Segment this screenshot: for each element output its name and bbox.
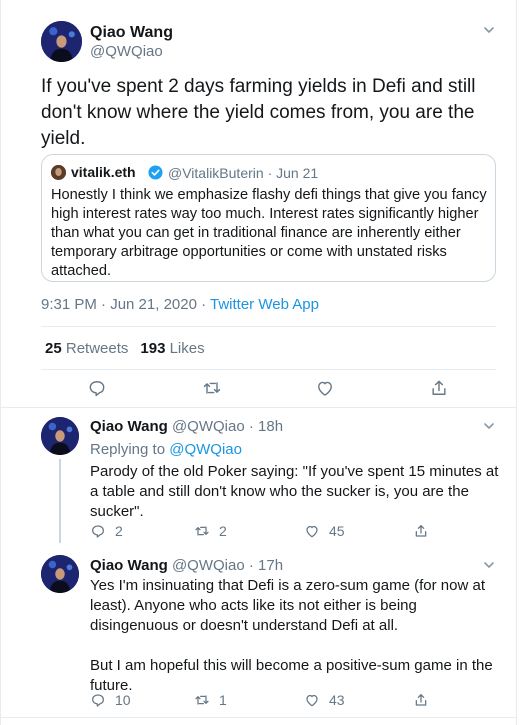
like-icon [304, 692, 320, 708]
author-name[interactable]: Qiao Wang [90, 418, 168, 435]
main-tweet: Qiao Wang @QWQiao If you've spent 2 days… [0, 0, 517, 407]
quoted-tweet[interactable]: vitalik.eth @VitalikButerin · Jun 21 Hon… [41, 154, 496, 282]
author-name[interactable]: Qiao Wang [90, 24, 173, 42]
retweets-stat[interactable]: 25 Retweets [45, 340, 128, 357]
reply-icon[interactable] [87, 378, 107, 398]
share-action[interactable] [413, 522, 429, 540]
retweets-label: Retweets [65, 340, 129, 357]
like-action[interactable]: 43 [304, 691, 345, 709]
likes-stat[interactable]: 193 Likes [140, 340, 204, 357]
thread-line [59, 459, 61, 543]
author-handle[interactable]: @QWQiao [172, 418, 245, 435]
reply-icon [90, 523, 106, 539]
reply-icon [90, 692, 106, 708]
reply-action[interactable]: 2 [90, 522, 123, 540]
retweet-icon [194, 523, 210, 539]
tweet-thread: Qiao Wang @QWQiao If you've spent 2 days… [0, 0, 527, 725]
avatar[interactable] [41, 417, 79, 455]
reply-text: Yes I'm insinuating that Defi is a zero-… [90, 576, 505, 696]
chevron-down-icon[interactable] [482, 419, 496, 433]
tweet-actions [0, 378, 517, 400]
retweet-count: 1 [219, 692, 227, 708]
retweet-action[interactable]: 2 [194, 522, 227, 540]
retweets-count: 25 [45, 340, 62, 357]
likes-count: 193 [140, 340, 166, 357]
avatar[interactable] [41, 21, 82, 62]
reply-text: Parody of the old Poker saying: "If you'… [90, 462, 505, 522]
reply-tweet[interactable]: Qiao Wang @QWQiao · 18h Replying to @QWQ… [0, 407, 517, 548]
reply-header: Qiao Wang @QWQiao · 18h [90, 418, 283, 435]
retweet-icon [194, 692, 210, 708]
reply-tweet[interactable]: Qiao Wang @QWQiao · 17h Yes I'm insinuat… [0, 548, 517, 714]
timestamp-text[interactable]: 9:31 PM · Jun 21, 2020 · [41, 296, 210, 313]
divider [0, 717, 517, 718]
replying-to-label: Replying to [90, 441, 166, 458]
quoted-author-handle: @VitalikButerin [168, 165, 264, 181]
reply-paragraph: Parody of the old Poker saying: "If you'… [90, 463, 499, 520]
retweet-count: 2 [219, 523, 227, 539]
author-handle[interactable]: @QWQiao [90, 43, 163, 60]
reply-count: 2 [115, 523, 123, 539]
reply-time[interactable]: · 18h [249, 418, 283, 435]
divider [41, 369, 496, 370]
tweet-text: If you've spent 2 days farming yields in… [41, 76, 476, 149]
share-icon[interactable] [429, 378, 449, 398]
like-count: 45 [329, 523, 345, 539]
chevron-down-icon[interactable] [482, 558, 496, 572]
replying-to: Replying to @QWQiao [90, 441, 242, 458]
chevron-down-icon[interactable] [482, 23, 496, 37]
quoted-meta: @VitalikButerin · Jun 21 [168, 165, 318, 181]
replying-to-handle[interactable]: @QWQiao [169, 441, 242, 458]
like-count: 43 [329, 692, 345, 708]
share-icon [413, 523, 429, 539]
author-name[interactable]: Qiao Wang [90, 557, 168, 574]
reply-time[interactable]: · 17h [249, 557, 283, 574]
share-action[interactable] [413, 691, 429, 709]
share-icon [413, 692, 429, 708]
reply-paragraph: But I am hopeful this will become a posi… [90, 657, 493, 694]
reply-action[interactable]: 10 [90, 691, 131, 709]
like-action[interactable]: 45 [304, 522, 345, 540]
quoted-separator: · [267, 165, 273, 181]
likes-label: Likes [169, 340, 205, 357]
like-icon[interactable] [315, 378, 335, 398]
source-app-link[interactable]: Twitter Web App [210, 296, 319, 313]
quoted-date: Jun 21 [276, 165, 319, 181]
avatar[interactable] [41, 555, 79, 593]
tweet-stats: 25 Retweets 193 Likes [45, 340, 205, 357]
verified-badge-icon [148, 165, 163, 180]
tweet-timestamp: 9:31 PM · Jun 21, 2020 · Twitter Web App [41, 296, 319, 313]
retweet-action[interactable]: 1 [194, 691, 227, 709]
divider [41, 326, 496, 327]
quoted-text: Honestly I think we emphasize flashy def… [51, 187, 487, 279]
author-handle[interactable]: @QWQiao [172, 557, 245, 574]
quoted-avatar [51, 165, 66, 180]
reply-count: 10 [115, 692, 131, 708]
reply-paragraph: Yes I'm insinuating that Defi is a zero-… [90, 577, 485, 634]
quoted-author-name: vitalik.eth [71, 164, 136, 180]
reply-header: Qiao Wang @QWQiao · 17h [90, 557, 283, 574]
like-icon [304, 523, 320, 539]
retweet-icon[interactable] [202, 378, 222, 398]
